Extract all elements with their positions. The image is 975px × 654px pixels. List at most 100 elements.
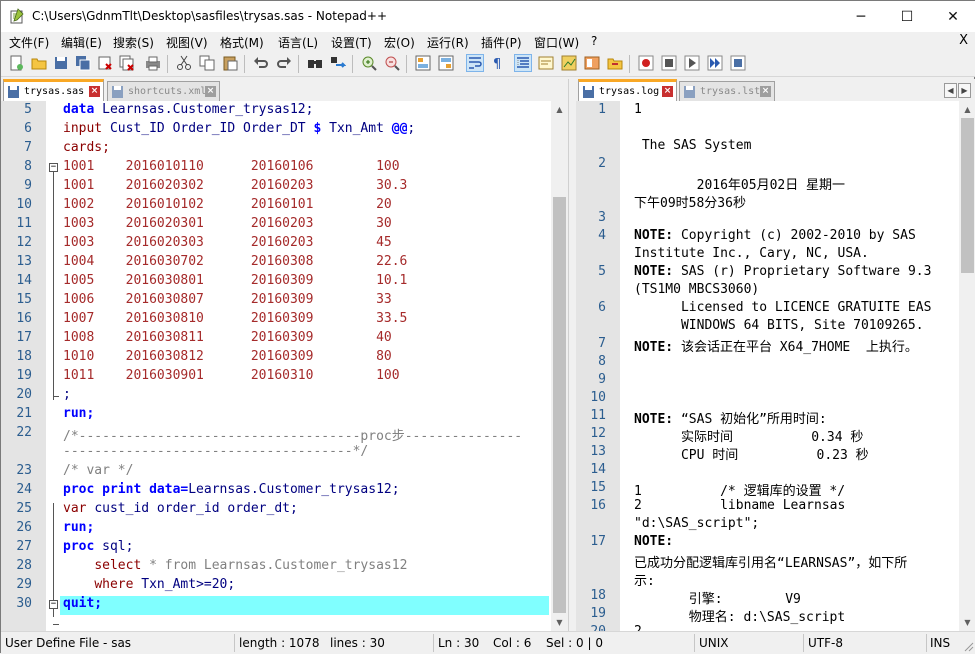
code-line[interactable]: 29 where Txn_Amt>=20; [1,577,549,596]
new-file-icon[interactable] [8,55,24,71]
code-line[interactable]: 12 1003 2016020303 20160203 45 [1,235,549,254]
maximize-button[interactable]: ☐ [884,1,930,32]
code-line[interactable]: 13 1004 2016030702 20160308 22.6 [1,254,549,273]
code-line[interactable]: 16 1007 2016030810 20160309 33.5 [1,311,549,330]
code-line[interactable]: 30 quit; [1,596,549,615]
code-line[interactable]: 20; [1,387,549,406]
left-editor[interactable]: 5 data Learnsas.Customer_trysas12; 6 input … [1,101,551,631]
log-line[interactable]: 11 [576,102,959,120]
log-line[interactable]: (TS1M0 MBCS3060) [576,282,959,300]
log-line[interactable]: 已成功分配逻辑库引用名“LEARNSAS”，如下所 [576,552,959,571]
log-line[interactable]: 12 实际时间 0.34 秒 [576,426,959,445]
menu-settings[interactable]: 设置(T) [331,34,372,51]
zoom-in-icon[interactable] [361,55,377,71]
scrollbar-thumb[interactable] [961,118,974,273]
log-line[interactable]: 2016年05月02日 星期一 [576,174,959,193]
menu-help[interactable]: ? [591,34,597,48]
log-line[interactable]: 14 [576,462,959,480]
playback-icon[interactable] [684,55,700,71]
close-document-button[interactable]: X [959,33,968,48]
menu-file[interactable]: 文件(F) [9,34,49,51]
user-define-language-icon[interactable] [538,55,554,71]
close-file-icon[interactable] [97,55,113,71]
tab-scroll-right-icon[interactable]: ▶ [958,83,971,98]
sync-vertical-icon[interactable] [415,55,431,71]
log-line[interactable]: 7 NOTE: 该会话正在平台 X64_7HOME 上执行。 [576,336,959,355]
menu-search[interactable]: 搜索(S) [113,34,154,51]
log-line[interactable]: 19 物理名: d:\SAS_script [576,606,959,625]
code-line[interactable]: 7 cards; [1,140,549,159]
menu-language[interactable]: 语言(L) [278,34,318,51]
menu-format[interactable]: 格式(M) [220,34,264,51]
log-line[interactable]: 15 1 /* 逻辑库的设置 */ [576,480,959,499]
code-line[interactable]: 22 /*------------------------------------… [1,425,549,444]
code-line[interactable]: 28 select * from Learnsas.Customer_trysa… [1,558,549,577]
menu-run[interactable]: 运行(R) [427,34,469,51]
code-line[interactable]: 19 1011 2016030901 20160310 100 [1,368,549,387]
word-wrap-icon[interactable] [466,54,484,72]
log-line[interactable]: 10 [576,390,959,408]
code-line[interactable]: 18 1010 2016030812 20160309 80 [1,349,549,368]
code-line[interactable]: 26 run; [1,520,549,539]
start-recording-icon[interactable] [638,55,654,71]
function-list-icon[interactable] [584,55,600,71]
find-icon[interactable] [307,55,323,71]
save-icon[interactable] [53,55,69,71]
log-line[interactable]: "d:\SAS_script"; [576,516,959,534]
log-line[interactable]: 20 2 [576,624,959,631]
print-icon[interactable] [145,55,161,71]
scroll-down-arrow-icon[interactable]: ▼ [551,614,568,631]
cut-icon[interactable] [176,55,192,71]
menu-window[interactable]: 窗口(W) [534,34,579,51]
log-line[interactable]: Institute Inc., Cary, NC, USA. [576,246,959,264]
tab-trysas-sas[interactable]: trysas.sas × [3,79,104,101]
copy-icon[interactable] [199,55,215,71]
log-line[interactable]: WINDOWS 64 BITS, Site 70109265. [576,318,959,336]
menu-view[interactable]: 视图(V) [166,34,208,51]
close-tab-icon[interactable]: × [760,86,771,97]
log-line[interactable] [576,120,959,138]
replace-icon[interactable] [330,55,346,71]
redo-icon[interactable] [276,55,292,71]
log-line[interactable]: 2 [576,156,959,174]
show-all-characters-icon[interactable]: ¶ [490,55,506,71]
code-line[interactable]: 17 1008 2016030811 20160309 40 [1,330,549,349]
indent-guide-icon[interactable] [514,54,532,72]
code-line[interactable]: 9 1001 2016020302 20160203 30.3 [1,178,549,197]
code-line[interactable]: 27 proc sql; [1,539,549,558]
fold-box-icon[interactable]: − [49,163,58,172]
code-line[interactable]: 10 1002 2016010102 20160101 20 [1,197,549,216]
scroll-up-arrow-icon[interactable]: ▲ [551,101,568,118]
code-line[interactable]: 24 proc print data=Learnsas.Customer_trys… [1,482,549,501]
menu-edit[interactable]: 编辑(E) [61,34,102,51]
code-line[interactable]: 21 run; [1,406,549,425]
menu-macro[interactable]: 宏(O) [384,34,415,51]
log-line[interactable]: 13 CPU 时间 0.23 秒 [576,444,959,463]
menu-plugins[interactable]: 插件(P) [481,34,522,51]
paste-icon[interactable] [222,55,238,71]
code-line[interactable]: 14 1005 2016030801 20160309 10.1 [1,273,549,292]
stop-recording-icon[interactable] [661,55,677,71]
tab-shortcuts-xml[interactable]: shortcuts.xml × [107,81,220,101]
close-tab-icon[interactable]: × [205,86,216,97]
log-line[interactable]: 17 NOTE: [576,534,959,552]
close-tab-icon[interactable]: × [662,86,673,97]
scrollbar-thumb[interactable] [553,197,566,613]
folder-as-workspace-icon[interactable] [607,55,623,71]
fold-box-icon[interactable]: − [49,600,58,609]
save-all-icon[interactable] [75,55,91,71]
tab-trysas-log[interactable]: trysas.log × [578,79,677,101]
right-editor[interactable]: 11 The SAS System 2 2016年05月02日 星期一 下午09时5… [576,101,959,631]
tab-trysas-lst[interactable]: trysas.lst × [679,81,775,101]
log-line[interactable]: 8 [576,354,959,372]
log-line[interactable]: 6 Licensed to LICENCE GRATUITE EAS [576,300,959,318]
log-line[interactable]: 5 NOTE: SAS (r) Proprietary Software 9.3 [576,264,959,282]
undo-icon[interactable] [253,55,269,71]
log-line[interactable]: 16 2 libname Learnsas [576,498,959,516]
close-tab-icon[interactable]: × [89,86,100,97]
code-line[interactable]: 25 var cust_id order_id order_dt; [1,501,549,520]
scroll-down-arrow-icon[interactable]: ▼ [959,614,975,631]
tab-scroll-left-icon[interactable]: ◀ [944,83,957,98]
log-line[interactable]: 18 引擎: V9 [576,588,959,607]
code-line[interactable]: 8 1001 2016010110 20160106 100 [1,159,549,178]
